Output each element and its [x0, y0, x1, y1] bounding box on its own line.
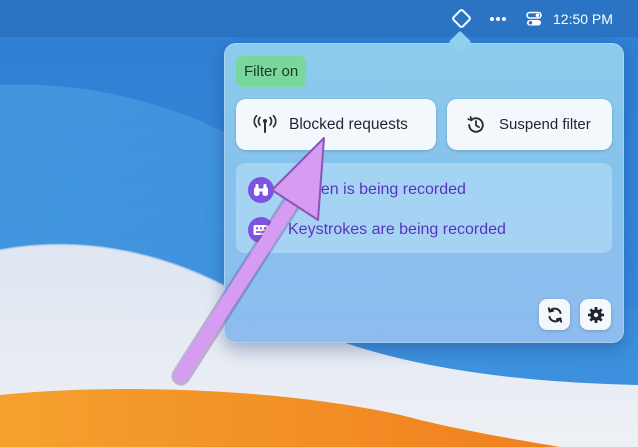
desktop-screen: 12:50 PM Filter on Blocked requests Susp…: [0, 0, 638, 447]
annotation-arrow: [171, 137, 325, 386]
